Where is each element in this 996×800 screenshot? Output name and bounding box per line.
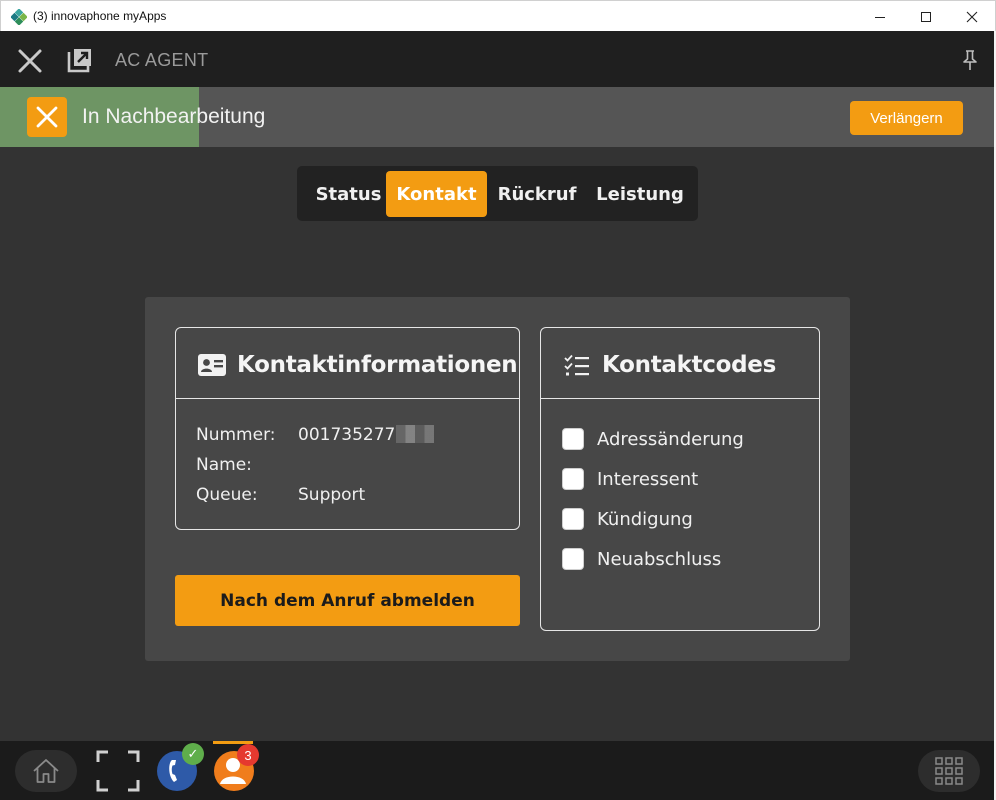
minimize-button[interactable] xyxy=(857,1,903,32)
number-value: 001735277 xyxy=(298,425,396,445)
maximize-icon xyxy=(921,11,931,22)
contact-card-icon xyxy=(198,354,226,376)
grid-icon xyxy=(935,757,963,785)
home-icon xyxy=(33,759,59,783)
code-item-interessent[interactable]: Interessent xyxy=(562,467,698,491)
status-close-button[interactable] xyxy=(27,97,67,137)
checkbox-kuendigung[interactable] xyxy=(562,508,584,530)
number-value-wrap: 001735277 xyxy=(298,425,435,445)
checkbox-neuabschluss[interactable] xyxy=(562,548,584,570)
innovaphone-app-icon xyxy=(11,9,27,25)
contact-codes-card: Kontaktcodes Adressänderung Interessent … xyxy=(540,327,820,631)
number-label: Nummer: xyxy=(196,425,276,445)
window-close-button[interactable] xyxy=(949,1,995,32)
code-label: Interessent xyxy=(597,468,699,490)
code-item-kuendigung[interactable]: Kündigung xyxy=(562,507,693,531)
agent-app-button[interactable]: 3 xyxy=(213,744,259,792)
name-label: Name: xyxy=(196,455,252,475)
app-header: AC AGENT xyxy=(0,31,996,87)
checkbox-interessent[interactable] xyxy=(562,468,584,490)
tab-rueckruf[interactable]: Rückruf xyxy=(493,171,581,217)
close-icon[interactable] xyxy=(16,47,44,75)
contact-info-card: Kontaktinformationen Nummer: 001735277 N… xyxy=(175,327,520,530)
app-title: AC AGENT xyxy=(115,50,209,70)
agent-notification-badge: 3 xyxy=(237,744,259,766)
tab-status[interactable]: Status xyxy=(304,171,393,217)
close-icon xyxy=(966,11,978,22)
contact-codes-title: Kontaktcodes xyxy=(602,352,776,378)
main-content: Status Kontakt Rückruf Leistung Kontakti… xyxy=(0,147,994,741)
window-title: (3) innovaphone myApps xyxy=(33,9,167,23)
popout-icon[interactable] xyxy=(66,46,94,74)
extend-button[interactable]: Verlängern xyxy=(850,101,963,135)
home-button[interactable] xyxy=(15,750,77,792)
redacted-digits xyxy=(396,425,435,443)
contact-panel: Kontaktinformationen Nummer: 001735277 N… xyxy=(145,297,850,661)
checkbox-adressaenderung[interactable] xyxy=(562,428,584,450)
close-icon xyxy=(36,106,58,128)
code-label: Kündigung xyxy=(597,508,693,530)
queue-value: Support xyxy=(298,485,366,505)
phone-status-badge: ✓ xyxy=(182,743,204,765)
app-grid-button[interactable] xyxy=(918,750,980,792)
logout-after-call-button[interactable]: Nach dem Anruf abmelden xyxy=(175,575,520,626)
contact-codes-header: Kontaktcodes xyxy=(541,328,819,399)
status-bar: In Nachbearbeitung Verlängern xyxy=(0,87,994,147)
queue-label: Queue: xyxy=(196,485,258,505)
contact-info-header: Kontaktinformationen xyxy=(176,328,519,399)
code-label: Adressänderung xyxy=(597,428,744,450)
maximize-button[interactable] xyxy=(903,1,949,32)
checklist-icon xyxy=(564,354,589,376)
code-item-neuabschluss[interactable]: Neuabschluss xyxy=(562,547,721,571)
code-label: Neuabschluss xyxy=(597,548,722,570)
pin-icon[interactable] xyxy=(958,48,982,72)
contact-info-title: Kontaktinformationen xyxy=(237,352,518,378)
minimize-icon xyxy=(875,16,885,18)
status-text: In Nachbearbeitung xyxy=(82,105,266,128)
tab-kontakt[interactable]: Kontakt xyxy=(386,171,487,217)
fullscreen-icon[interactable] xyxy=(96,750,140,792)
window-titlebar: (3) innovaphone myApps xyxy=(0,0,996,31)
phone-app-button[interactable]: ✓ xyxy=(156,743,204,792)
tab-leistung[interactable]: Leistung xyxy=(589,171,691,217)
code-item-adressaenderung[interactable]: Adressänderung xyxy=(562,427,744,451)
taskbar: ✓ 3 xyxy=(0,741,994,800)
tab-bar: Status Kontakt Rückruf Leistung xyxy=(297,166,698,221)
